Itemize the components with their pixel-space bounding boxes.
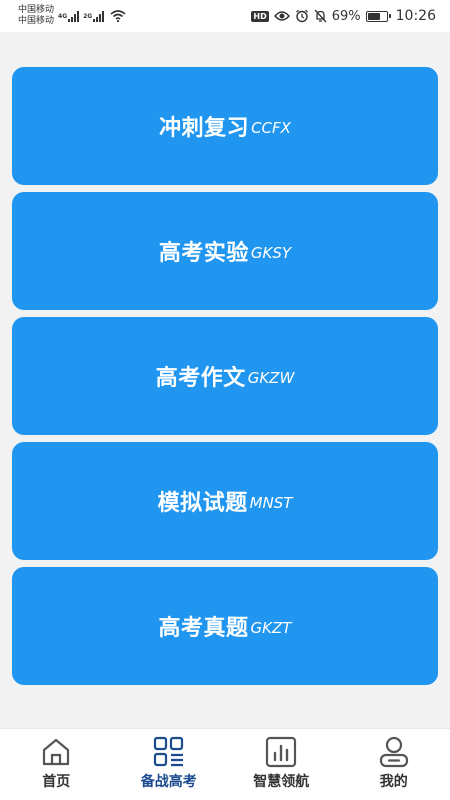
signal-bars-icon: [68, 10, 80, 22]
signal-bars-icon: [93, 10, 105, 22]
nav-item-guide[interactable]: 智慧领航: [225, 729, 338, 800]
hd-badge: HD: [251, 10, 269, 22]
alarm-icon: [295, 9, 308, 23]
network-type-2: 2G: [83, 12, 93, 20]
wifi-icon: [110, 10, 126, 22]
menu-card-title: 高考实验: [158, 241, 249, 266]
signal-1: 4G: [58, 10, 80, 22]
menu-card-code: GKZT: [250, 619, 292, 637]
signal-2: 2G: [83, 10, 105, 22]
menu-card-gkzw[interactable]: 高考作文 GKZW: [12, 317, 438, 435]
bar-chart-icon: [266, 736, 297, 768]
carrier-info: 中国移动 中国移动: [18, 5, 54, 27]
nav-item-home[interactable]: 首页: [0, 729, 113, 800]
menu-card-title: 高考作文: [155, 366, 246, 391]
grid-list-icon: [153, 736, 183, 767]
menu-card-mnst[interactable]: 模拟试题 MNST: [12, 442, 438, 560]
menu-card-code: GKZW: [247, 369, 295, 387]
nav-label: 首页: [42, 774, 71, 790]
menu-card-gkzt[interactable]: 高考真题 GKZT: [12, 567, 438, 685]
nav-label: 备战高考: [140, 774, 197, 790]
battery-icon: [365, 10, 391, 22]
status-bar: 中国移动 中国移动 4G 2G HD 69% 10:26: [0, 0, 450, 32]
menu-card-title: 冲刺复习: [159, 116, 250, 141]
menu-card-code: MNST: [249, 494, 293, 512]
mute-bell-icon: [314, 9, 327, 23]
menu-card-title: 高考真题: [158, 616, 249, 641]
battery-percent: 69%: [331, 8, 361, 24]
battery-fill: [367, 12, 381, 20]
menu-card-code: CCFX: [251, 119, 291, 137]
nav-label: 我的: [379, 774, 408, 790]
eye-icon: [273, 11, 290, 21]
user-icon: [379, 736, 408, 768]
nav-item-prep[interactable]: 备战高考: [113, 729, 226, 800]
home-icon: [43, 738, 70, 766]
status-time: 10:26: [395, 8, 436, 24]
nav-label: 智慧领航: [253, 774, 310, 790]
carrier-2: 中国移动: [18, 16, 55, 26]
menu-card-ccfx[interactable]: 冲刺复习 CCFX: [12, 67, 438, 185]
menu-card-title: 模拟试题: [157, 491, 248, 516]
menu-list: 冲刺复习 CCFX 高考实验 GKSY 高考作文 GKZW 模拟试题 MNST …: [12, 67, 438, 692]
bottom-nav: 首页 备战高考 智慧领航 我的: [0, 728, 450, 800]
carrier-1: 中国移动: [18, 5, 55, 15]
menu-card-code: GKSY: [250, 244, 292, 262]
menu-card-gksy[interactable]: 高考实验 GKSY: [12, 192, 438, 310]
nav-item-mine[interactable]: 我的: [338, 729, 450, 800]
network-type-1: 4G: [58, 12, 68, 20]
